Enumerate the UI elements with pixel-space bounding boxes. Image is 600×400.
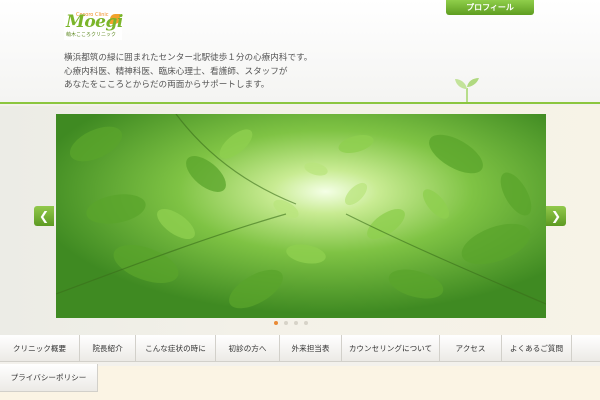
nav-item-faq[interactable]: よくあるご質問 (502, 335, 572, 362)
nav-item-spacer (572, 335, 600, 362)
nav-item-counseling[interactable]: カウンセリングについて (342, 335, 440, 362)
description-line: 心療内科医、精神科医、臨床心理士、看護師、スタッフが (64, 66, 288, 77)
clinic-logo[interactable]: Cocoro Clinic Moegi 萌木こころクリニック (64, 12, 123, 40)
slider-dot[interactable] (284, 321, 288, 325)
slider-dot[interactable] (294, 321, 298, 325)
nav-item-privacy-policy[interactable]: プライバシーポリシー (0, 364, 98, 392)
nav-item-access[interactable]: アクセス (440, 335, 502, 362)
nav-row: プライバシーポリシー (0, 364, 600, 392)
slider-pagination (274, 321, 308, 325)
chevron-right-icon: ❯ (550, 209, 562, 223)
slider-image (56, 114, 546, 318)
description-line: あなたをこころとからだの両面からサポートします。 (64, 80, 270, 90)
nav-item-first-visit[interactable]: 初診の方へ (216, 335, 280, 362)
slider-dot[interactable] (274, 321, 278, 325)
profile-button[interactable]: プロフィール (446, 0, 534, 15)
main-navigation: クリニック概要 院長紹介 こんな症状の時に 初診の方へ 外来担当表 カウンセリン… (0, 335, 600, 392)
nav-item-symptoms[interactable]: こんな症状の時に (136, 335, 216, 362)
description-line: 横浜都筑の緑に囲まれたセンター北駅徒歩１分の心療内科です。 (64, 53, 313, 63)
nav-row: クリニック概要 院長紹介 こんな症状の時に 初診の方へ 外来担当表 カウンセリン… (0, 335, 600, 362)
logo-subtitle: 萌木こころクリニック (66, 32, 117, 38)
nav-item-schedule[interactable]: 外来担当表 (280, 335, 342, 362)
clinic-description: 横浜都筑の緑に囲まれたセンター北駅徒歩１分の心療内科です。 心療内科医、精神科医… (64, 52, 312, 93)
slider-prev-button[interactable]: ❮ (34, 206, 54, 226)
chevron-left-icon: ❮ (38, 209, 50, 223)
sprout-icon (455, 78, 479, 102)
logo-name: Moegi (66, 12, 123, 32)
site-header: Cocoro Clinic Moegi 萌木こころクリニック プロフィール 横浜… (0, 0, 600, 104)
slider-next-button[interactable]: ❯ (546, 206, 566, 226)
nav-item-clinic-overview[interactable]: クリニック概要 (0, 335, 80, 362)
nav-item-director[interactable]: 院長紹介 (80, 335, 136, 362)
leaves-canopy-image (56, 114, 546, 318)
slider-dot[interactable] (304, 321, 308, 325)
